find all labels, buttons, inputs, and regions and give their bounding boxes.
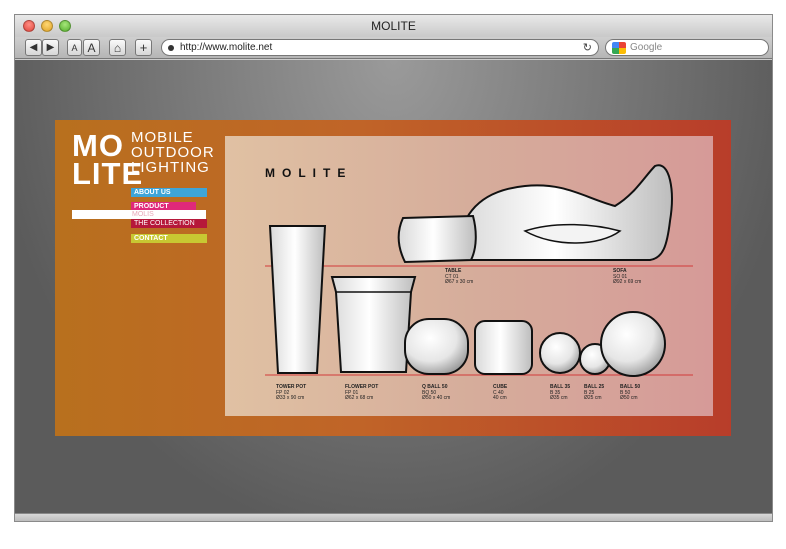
logo-line2: LITE xyxy=(72,156,144,191)
tagline-line2: OUTDOOR xyxy=(131,144,215,161)
label-flower-pot: FLOWER POT FP 01 Ø62 x 68 cm xyxy=(345,384,379,401)
tagline: MOBILE OUTDOOR LIGHTING xyxy=(131,130,215,175)
search-placeholder: Google xyxy=(630,42,663,53)
q-ball-shape xyxy=(404,318,469,375)
cube-shape xyxy=(474,320,533,375)
label-tower-pot: TOWER POT FP 02 Ø33 x 90 cm xyxy=(276,384,307,401)
text-smaller-button[interactable]: A xyxy=(67,39,82,56)
add-bookmark-button[interactable]: + xyxy=(135,39,152,56)
page-viewport: MO LITE MOBILE OUTDOOR LIGHTING ABOUT US… xyxy=(15,60,772,515)
label-ball-25: BALL 25 B 25 Ø25 cm xyxy=(584,384,605,401)
tower-pot-shape xyxy=(268,225,327,374)
google-icon xyxy=(612,41,626,54)
label-ball-50: BALL 50 B 50 Ø50 cm xyxy=(620,384,641,401)
molite-logo[interactable]: MO LITE xyxy=(72,130,144,191)
label-sofa: SOFA SO 01 Ø92 x 69 cm xyxy=(613,268,642,285)
search-field[interactable]: Google xyxy=(605,39,769,56)
collection-panel: MOLITE TABLE CT 01 Ø67 x 30 cm SOFA SO 0… xyxy=(225,136,713,416)
browser-window: MOLITE ◀ ▶ A A ⌂ + http://www.molite.net… xyxy=(14,14,773,522)
ball-35-shape xyxy=(539,332,581,374)
site-banner: MO LITE MOBILE OUTDOOR LIGHTING ABOUT US… xyxy=(55,120,731,436)
menu-contact[interactable]: CONTACT xyxy=(131,234,207,243)
status-bar xyxy=(15,513,772,521)
ball-50-shape xyxy=(600,311,666,377)
text-bigger-button[interactable]: A xyxy=(83,39,100,56)
label-cube: CUBE C 40 40 cm xyxy=(493,384,508,401)
home-button[interactable]: ⌂ xyxy=(109,39,126,56)
reload-icon[interactable]: ↻ xyxy=(583,41,592,54)
title-bar: MOLITE xyxy=(15,15,772,37)
forward-button[interactable]: ▶ xyxy=(42,39,59,56)
window-title: MOLITE xyxy=(371,19,416,33)
tagline-line3: LIGHTING xyxy=(131,159,210,176)
menu-the-collection[interactable]: THE COLLECTION xyxy=(131,219,207,228)
label-ball-35: BALL 35 B 35 Ø35 cm xyxy=(550,384,571,401)
address-bar[interactable]: http://www.molite.net ↻ xyxy=(161,39,599,56)
menu-about-us[interactable]: ABOUT US xyxy=(131,188,207,197)
site-favicon-icon xyxy=(168,44,174,51)
table-shape xyxy=(397,214,477,264)
label-q-ball: Q BALL 50 BQ 50 Ø50 x 40 cm xyxy=(422,384,451,401)
label-table: TABLE CT 01 Ø67 x 30 cm xyxy=(445,268,474,285)
sofa-shape xyxy=(459,164,673,261)
url-text: http://www.molite.net xyxy=(180,42,273,53)
browser-toolbar: ◀ ▶ A A ⌂ + http://www.molite.net ↻ Goog… xyxy=(15,37,772,59)
back-button[interactable]: ◀ xyxy=(25,39,42,56)
tagline-line1: MOBILE xyxy=(131,129,194,146)
menu-molis[interactable]: MOLIS xyxy=(72,210,206,219)
